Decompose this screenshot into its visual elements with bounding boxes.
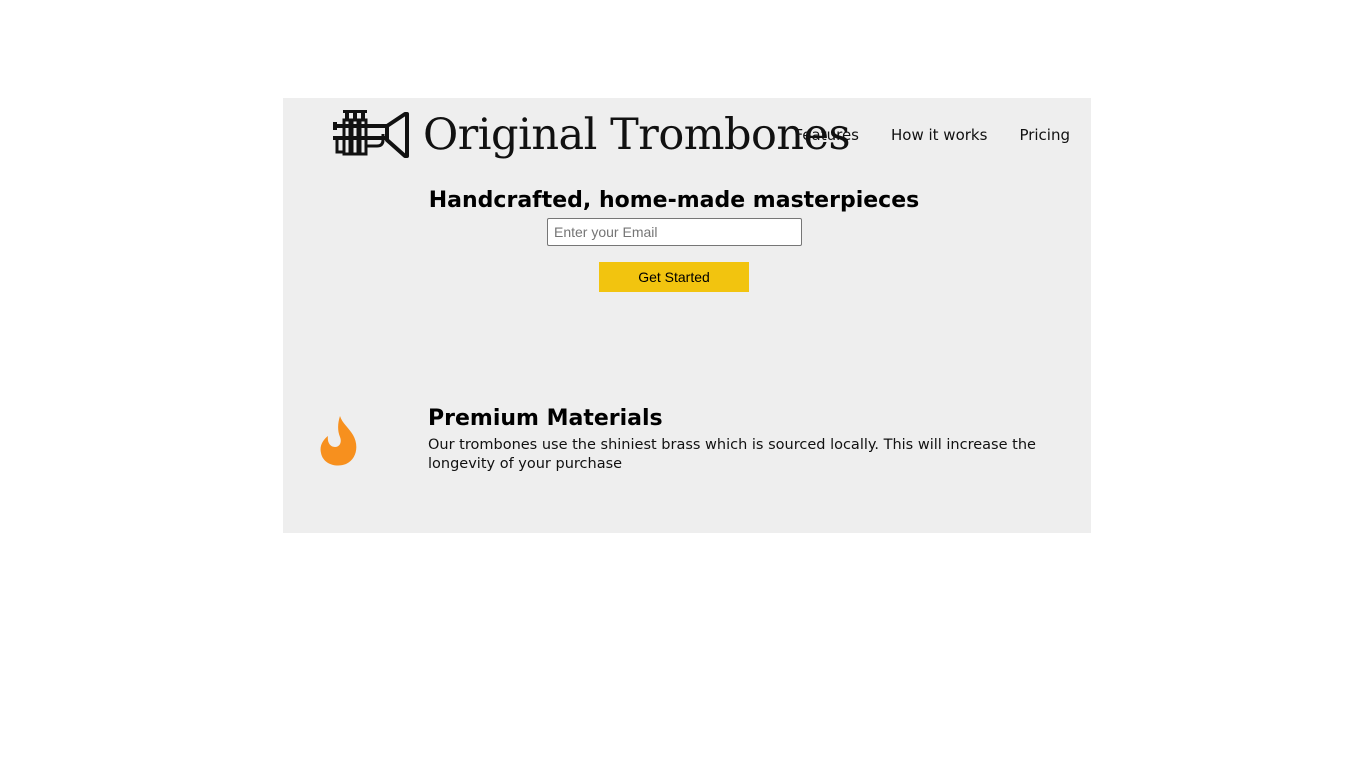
logo[interactable]: Original Trombones bbox=[333, 108, 851, 163]
trumpet-icon bbox=[333, 109, 409, 158]
hero-title: Handcrafted, home-made masterpieces bbox=[428, 188, 920, 213]
nav-link-features[interactable]: Features bbox=[795, 126, 860, 144]
flame-icon bbox=[320, 416, 357, 466]
page-container: Original Trombones Features How it works… bbox=[283, 98, 1091, 533]
nav-link-pricing[interactable]: Pricing bbox=[1019, 126, 1070, 144]
main-nav: Features How it works Pricing bbox=[795, 126, 1071, 144]
feature-description: Our trombones use the shiniest brass whi… bbox=[428, 437, 1036, 472]
get-started-button[interactable]: Get Started bbox=[599, 262, 749, 292]
feature-title: Premium Materials bbox=[428, 406, 663, 431]
nav-link-how-it-works[interactable]: How it works bbox=[891, 126, 987, 144]
logo-text: Original Trombones bbox=[423, 110, 851, 160]
email-input[interactable] bbox=[547, 218, 802, 246]
